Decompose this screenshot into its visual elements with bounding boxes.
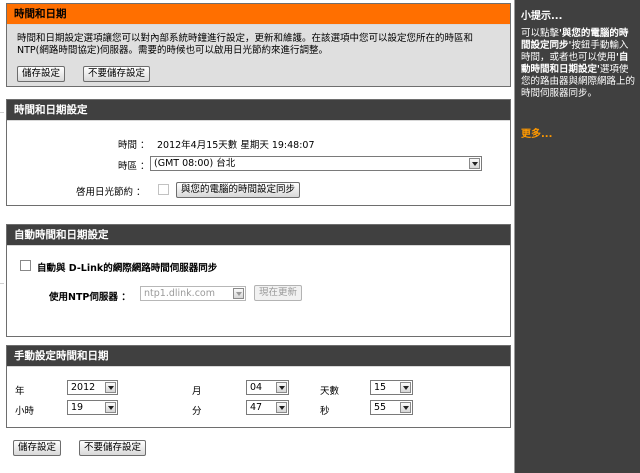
daylight-saving-checkbox[interactable] (158, 184, 169, 195)
footer-save-settings-button[interactable]: 儲存設定 (13, 440, 62, 456)
year-label: 年 (15, 386, 25, 397)
year-select[interactable]: 2012 (67, 380, 118, 395)
month-label: 月 (192, 386, 202, 397)
sync-with-pc-button[interactable]: 與您的電腦的時間設定同步 (176, 182, 301, 198)
chevron-down-icon (276, 382, 287, 393)
chevron-down-icon (276, 402, 287, 413)
save-settings-button[interactable]: 儲存設定 (17, 66, 66, 82)
timezone-select[interactable]: (GMT 08:00) 台北 (150, 156, 482, 171)
timezone-selected-value: (GMT 08:00) 台北 (154, 158, 236, 169)
intro-description: 時間和日期設定選項讓您可以對內部系統時鐘進行設定，更新和維護。在該選項中您可以設… (17, 33, 474, 56)
auto-sync-checkbox[interactable] (20, 260, 31, 271)
minute-value: 47 (250, 402, 263, 413)
chevron-down-icon (400, 402, 411, 413)
dont-save-settings-button[interactable]: 不要儲存設定 (83, 66, 151, 82)
day-select[interactable]: 15 (370, 380, 413, 395)
auto-time-title: 自動時間和日期設定 (7, 225, 510, 246)
more-link[interactable]: 更多... (521, 125, 552, 140)
ntp-server-select[interactable]: ntp1.dlink.com (140, 286, 246, 301)
edge-mark (0, 112, 4, 113)
hour-select[interactable]: 19 (67, 400, 118, 415)
manual-time-panel: 手動設定時間和日期 年 2012 月 04 天數 15 小時 19 分 47 秒… (6, 345, 511, 428)
month-value: 04 (250, 382, 263, 393)
minute-select[interactable]: 47 (246, 400, 289, 415)
chevron-down-icon (105, 382, 116, 393)
edge-mark (0, 283, 4, 284)
footer-dont-save-settings-button[interactable]: 不要儲存設定 (79, 440, 147, 456)
chevron-down-icon (233, 288, 244, 299)
time-label: 時間 ： (118, 140, 150, 151)
ntp-server-value: ntp1.dlink.com (144, 288, 215, 299)
manual-time-title: 手動設定時間和日期 (7, 346, 510, 367)
second-select[interactable]: 55 (370, 400, 413, 415)
intro-title: 時間和日期 (7, 4, 510, 25)
second-label: 秒 (320, 406, 330, 417)
hints-sidebar: 小提示... 可以點擊'與您的電腦的時間設定同步'按鈕手動輸入時間，或者也可以使… (514, 0, 640, 473)
auto-sync-label: 自動與 D-Link的網際網路時間伺服器同步 (37, 263, 218, 274)
hour-label: 小時 (15, 406, 35, 417)
second-value: 55 (374, 402, 387, 413)
chevron-down-icon (469, 158, 480, 169)
hints-text: 可以點擊'與您的電腦的時間設定同步'按鈕手動輸入時間，或者也可以使用'自動時間和… (521, 28, 637, 100)
hints-title: 小提示... (521, 11, 563, 22)
month-select[interactable]: 04 (246, 380, 289, 395)
daylight-saving-label: 啓用日光節約 ： (76, 187, 146, 198)
year-value: 2012 (71, 382, 96, 393)
time-settings-title: 時間和日期設定 (7, 100, 510, 121)
chevron-down-icon (400, 382, 411, 393)
ntp-server-label: 使用NTP伺服器 ： (49, 292, 131, 303)
hour-value: 19 (71, 402, 84, 413)
time-settings-panel: 時間和日期設定 時間 ： 2012年4月15天數 星期天 19:48:07 時區… (6, 99, 511, 206)
auto-time-panel: 自動時間和日期設定 自動與 D-Link的網際網路時間伺服器同步 使用NTP伺服… (6, 224, 511, 337)
intro-panel: 時間和日期 時間和日期設定選項讓您可以對內部系統時鐘進行設定，更新和維護。在該選… (6, 3, 511, 87)
hints-text-part: 可以點擊 (521, 28, 560, 39)
update-now-button[interactable]: 現在更新 (254, 285, 303, 301)
minute-label: 分 (192, 406, 202, 417)
day-label: 天數 (320, 386, 340, 397)
main-content: 時間和日期 時間和日期設定選項讓您可以對內部系統時鐘進行設定，更新和維護。在該選… (0, 0, 514, 473)
chevron-down-icon (105, 402, 116, 413)
timezone-label: 時區 ： (118, 161, 150, 172)
current-time-value: 2012年4月15天數 星期天 19:48:07 (157, 140, 315, 151)
day-value: 15 (374, 382, 387, 393)
